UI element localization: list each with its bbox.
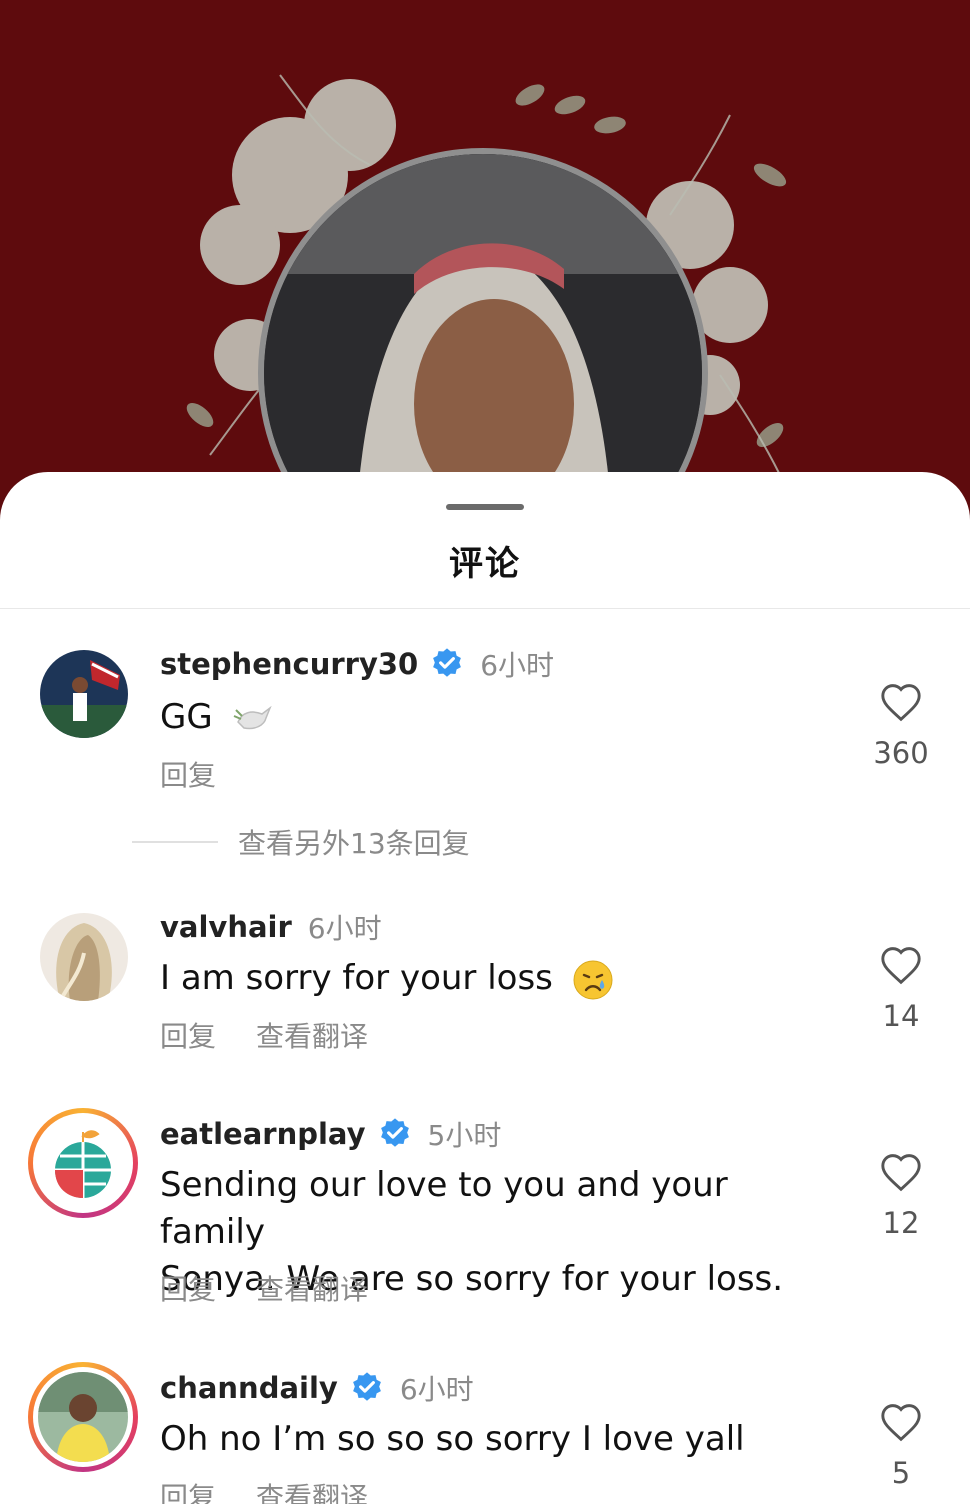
sheet-drag-handle[interactable] bbox=[446, 504, 524, 510]
avatar[interactable] bbox=[40, 913, 128, 1001]
like-control: 12 bbox=[860, 1152, 942, 1240]
avatar bbox=[38, 1118, 128, 1208]
avatar[interactable] bbox=[40, 650, 128, 738]
crying-face-emoji-icon bbox=[573, 960, 613, 999]
like-control: 360 bbox=[860, 682, 942, 770]
like-count: 14 bbox=[882, 999, 920, 1033]
comment-actions: 回复 查看翻译 bbox=[160, 1268, 368, 1308]
divider bbox=[132, 841, 218, 843]
username[interactable]: valvhair bbox=[160, 910, 292, 944]
view-more-replies[interactable]: 查看另外13条回复 bbox=[132, 822, 470, 862]
translate-button[interactable]: 查看翻译 bbox=[256, 1476, 368, 1504]
comment-actions: 回复 查看翻译 bbox=[160, 1015, 368, 1055]
heart-icon[interactable] bbox=[879, 1152, 923, 1192]
username[interactable]: stephencurry30 bbox=[160, 647, 418, 681]
comment-actions: 回复 查看翻译 bbox=[160, 1476, 368, 1504]
translate-button[interactable]: 查看翻译 bbox=[256, 1015, 368, 1055]
reply-button[interactable]: 回复 bbox=[160, 1268, 216, 1308]
like-control: 14 bbox=[860, 945, 942, 1033]
comment-time: 6小时 bbox=[399, 1373, 474, 1406]
comment-meta: stephencurry30 6小时 bbox=[160, 644, 554, 684]
story-ring[interactable] bbox=[28, 1108, 138, 1218]
verified-badge-icon bbox=[380, 1118, 409, 1147]
username[interactable]: eatlearnplay bbox=[160, 1117, 366, 1151]
username[interactable]: channdaily bbox=[160, 1371, 338, 1405]
verified-badge-icon bbox=[352, 1372, 381, 1401]
comment-time: 6小时 bbox=[480, 649, 555, 682]
reply-button[interactable]: 回复 bbox=[160, 1476, 216, 1504]
like-count: 360 bbox=[873, 736, 929, 770]
verified-badge-icon bbox=[433, 648, 462, 677]
reply-button[interactable]: 回复 bbox=[160, 754, 216, 794]
avatar bbox=[38, 1372, 128, 1462]
comment-meta: channdaily 6小时 bbox=[160, 1368, 474, 1408]
heart-icon[interactable] bbox=[879, 945, 923, 985]
comment-text: Oh no I’m so so so sorry I love yall bbox=[160, 1419, 745, 1459]
like-control: 5 bbox=[860, 1402, 942, 1490]
comment-actions: 回复 bbox=[160, 754, 216, 794]
reply-button[interactable]: 回复 bbox=[160, 1015, 216, 1055]
heart-icon[interactable] bbox=[879, 1402, 923, 1442]
story-ring[interactable] bbox=[28, 1362, 138, 1472]
comment-meta: eatlearnplay 5小时 bbox=[160, 1114, 501, 1154]
comment-text: GG bbox=[160, 694, 820, 741]
comment-time: 5小时 bbox=[427, 1119, 502, 1152]
dove-emoji-icon bbox=[233, 705, 272, 729]
comments-sheet: 评论 stephencurry30 6小时 GG 回复 360 查看另外13条回… bbox=[0, 472, 970, 1504]
divider bbox=[0, 608, 970, 609]
comment-time: 6小时 bbox=[307, 912, 382, 945]
like-count: 5 bbox=[891, 1456, 911, 1490]
sheet-title: 评论 bbox=[449, 544, 521, 584]
like-count: 12 bbox=[882, 1206, 920, 1240]
translate-button[interactable]: 查看翻译 bbox=[256, 1268, 368, 1308]
heart-icon[interactable] bbox=[879, 682, 923, 722]
view-more-replies-label: 查看另外13条回复 bbox=[238, 827, 470, 860]
comment-text: I am sorry for your loss bbox=[160, 955, 820, 1002]
comment-meta: valvhair 6小时 bbox=[160, 907, 382, 947]
